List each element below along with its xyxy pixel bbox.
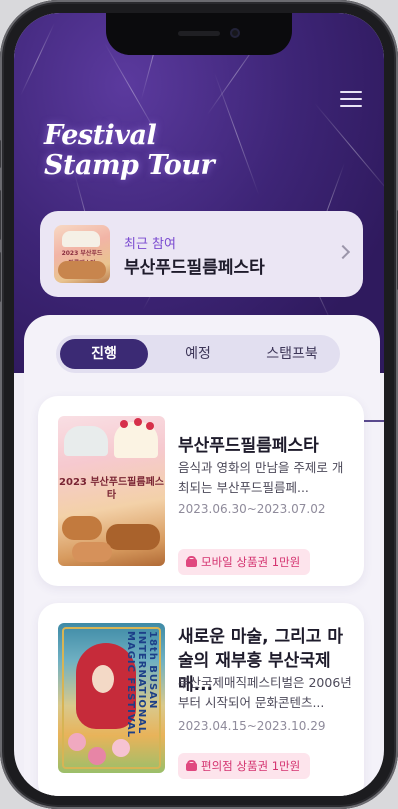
event-poster: 2023 부산푸드필름페스타 [58, 416, 165, 566]
gift-icon [186, 556, 197, 567]
recent-label: 최근 참여 [124, 237, 176, 252]
event-description: 음식과 영화의 만남을 주제로 개최되는 부산푸드필름페... [178, 460, 344, 495]
logo-line-2: Stamp Tour [44, 150, 215, 181]
reward-badge: 모바일 상품권 1만원 [178, 549, 311, 575]
reward-badge: 편의점 상품권 1만원 [178, 753, 311, 779]
tab-upcoming[interactable]: 예정 [154, 339, 242, 369]
camera [230, 28, 240, 38]
event-date: 2023.06.30~2023.07.02 [178, 502, 326, 516]
notch [106, 13, 292, 55]
event-description: 부산국제매직페스티벌은 2006년부터 시작되어 문화콘텐츠... [178, 675, 352, 710]
tab-bar: 진행 예정 스탬프북 [56, 335, 340, 373]
hamburger-menu-icon[interactable] [340, 91, 362, 107]
recent-thumb-text: 2023 부산푸드필름페스타 [61, 250, 103, 267]
chevron-right-icon [335, 244, 351, 260]
gift-icon [186, 760, 197, 771]
reward-badge-label: 편의점 상품권 1만원 [201, 759, 301, 773]
event-card[interactable]: 18th BUSAN INTERNATIONAL MAGIC FESTIVAL … [38, 603, 364, 796]
mute-switch [0, 140, 1, 168]
event-date: 2023.04.15~2023.10.29 [178, 719, 326, 733]
speaker [178, 31, 220, 36]
poster-title: 18th BUSAN INTERNATIONAL MAGIC FESTIVAL [125, 631, 158, 739]
recent-participation-card[interactable]: 2023 부산푸드필름페스타 최근 참여 부산푸드필름페스타 [40, 211, 363, 297]
event-poster: 18th BUSAN INTERNATIONAL MAGIC FESTIVAL [58, 623, 165, 773]
tab-ongoing[interactable]: 진행 [60, 339, 148, 369]
event-card[interactable]: 2023 부산푸드필름페스타 부산푸드필름페스타 음식과 영화의 만남을 주제로… [38, 396, 364, 586]
app-logo: Festival Stamp Tour [44, 121, 244, 181]
screen: Festival Stamp Tour 2023 부산푸드필름페스타 최근 참여… [14, 13, 384, 796]
volume-up-button [0, 190, 1, 240]
volume-down-button [0, 252, 1, 302]
recent-title: 부산푸드필름페스타 [124, 258, 265, 278]
poster-title: 2023 부산푸드필름페스타 [59, 477, 164, 501]
phone-frame: Festival Stamp Tour 2023 부산푸드필름페스타 최근 참여… [0, 0, 398, 809]
scroll-indicator-line [364, 420, 384, 422]
reward-badge-label: 모바일 상품권 1만원 [201, 555, 301, 569]
logo-line-1: Festival [44, 120, 157, 151]
event-title: 부산푸드필름페스타 [178, 436, 319, 456]
recent-festival-thumbnail: 2023 부산푸드필름페스타 [54, 225, 110, 283]
tab-stampbook[interactable]: 스탬프북 [248, 339, 336, 369]
